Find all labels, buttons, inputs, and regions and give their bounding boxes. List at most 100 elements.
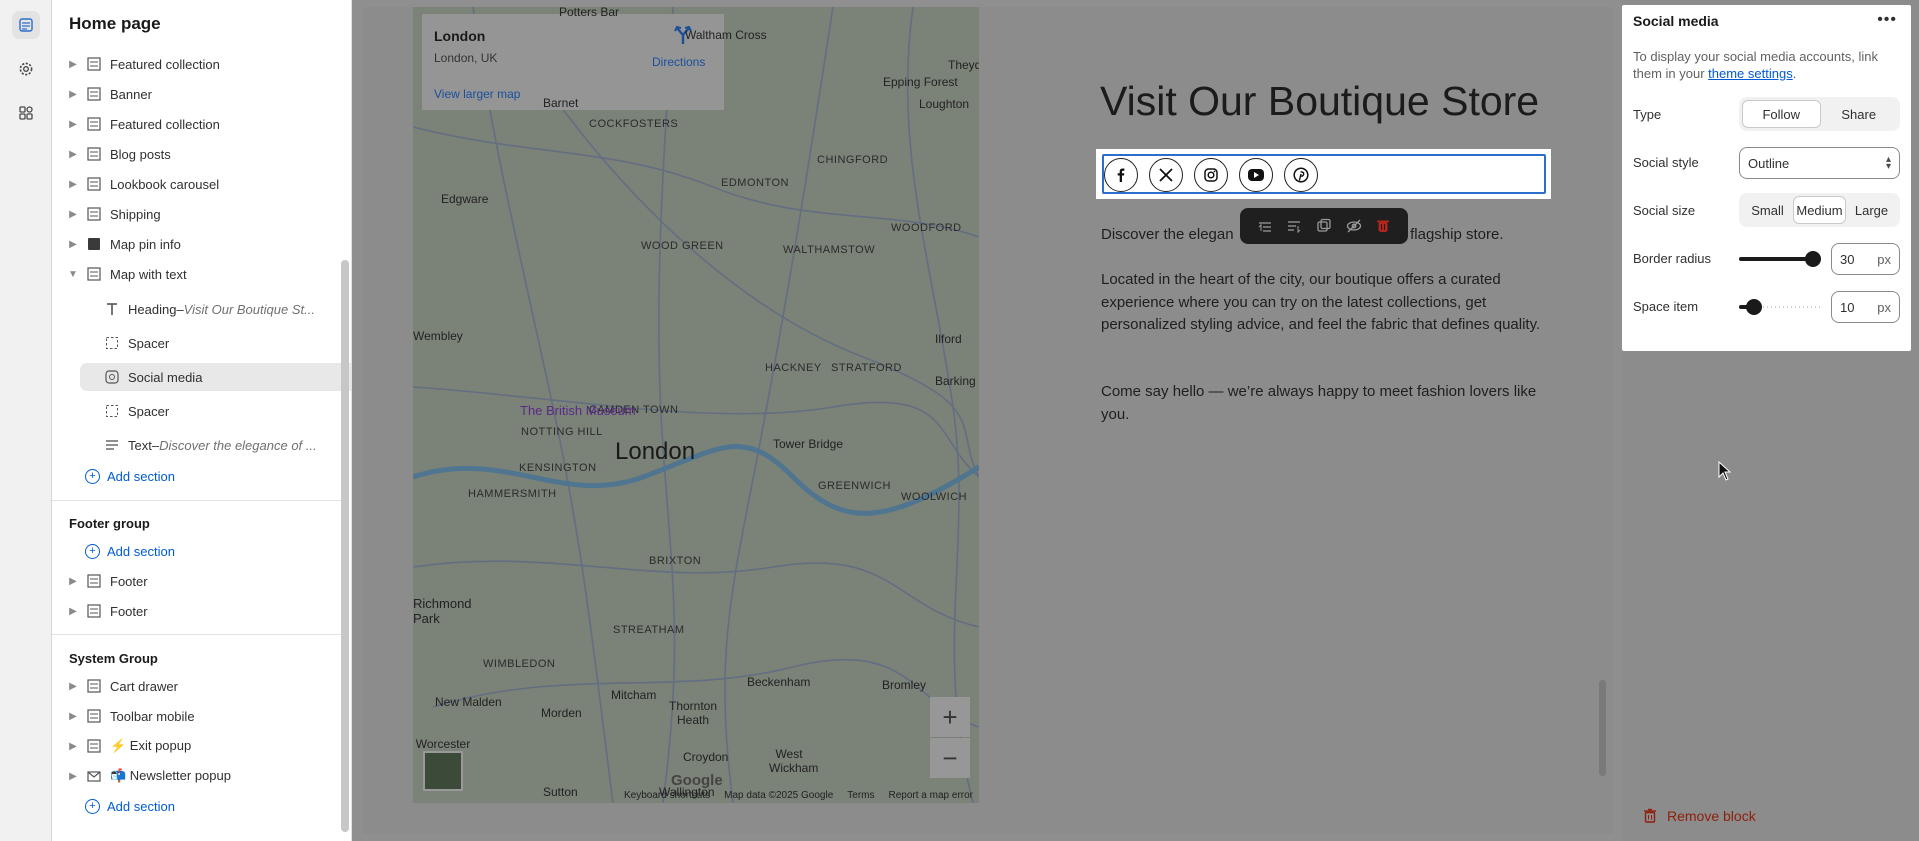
chevron-right-icon[interactable]: ▶: [66, 89, 80, 100]
section-item[interactable]: ▶ Featured collection: [66, 110, 336, 138]
block-item-spacer[interactable]: Spacer: [104, 329, 336, 357]
section-item[interactable]: ▶ Banner: [66, 80, 336, 108]
section-item[interactable]: ▶ 📬 Newsletter popup: [66, 762, 336, 790]
plus-circle-icon: +: [85, 469, 100, 484]
social-style-select[interactable]: Outline ▴ ▾: [1739, 147, 1900, 179]
map-label: EDMONTON: [721, 177, 789, 189]
section-icon: [86, 86, 102, 102]
zoom-in-button[interactable]: +: [930, 697, 970, 737]
add-section-button[interactable]: + Add section: [85, 799, 175, 814]
map-label: Richmond Park: [413, 596, 472, 626]
chevron-right-icon[interactable]: ▶: [66, 741, 80, 752]
pinterest-icon[interactable]: [1284, 158, 1318, 192]
view-larger-map-link[interactable]: View larger map: [434, 87, 520, 101]
social-size-segmented-control: Small Medium Large: [1739, 193, 1900, 227]
sections-icon[interactable]: [12, 11, 40, 39]
section-item[interactable]: ▶ Cart drawer: [66, 672, 336, 700]
chevron-right-icon[interactable]: ▶: [66, 711, 80, 722]
section-item[interactable]: ▶ Toolbar mobile: [66, 702, 336, 730]
directions-link[interactable]: Directions: [652, 55, 705, 69]
slider-knob[interactable]: [1805, 251, 1821, 267]
chevron-right-icon[interactable]: ▶: [66, 59, 80, 70]
report-map-error-link[interactable]: Report a map error: [889, 790, 973, 801]
block-item-spacer[interactable]: Spacer: [104, 397, 336, 425]
more-options-icon[interactable]: •••: [1877, 11, 1897, 29]
section-label: Footer: [110, 603, 148, 619]
section-item[interactable]: ▶ Shipping: [66, 200, 336, 228]
border-radius-slider[interactable]: [1739, 249, 1821, 269]
youtube-icon[interactable]: [1239, 158, 1273, 192]
map-place-address: London, UK: [434, 51, 498, 65]
map-label: Wembley: [413, 329, 463, 343]
zoom-out-button[interactable]: −: [930, 738, 970, 778]
section-item[interactable]: ▶ Featured collection: [66, 50, 336, 78]
section-item[interactable]: ▶ Footer: [66, 567, 336, 595]
section-icon: [86, 176, 102, 192]
size-option-small[interactable]: Small: [1742, 196, 1793, 224]
section-item[interactable]: ▶ ⚡ Exit popup: [66, 732, 336, 760]
text-paragraph-3[interactable]: Come say hello — we’re always happy to m…: [1101, 381, 1551, 426]
type-segmented-control: Follow Share: [1739, 97, 1900, 131]
chevron-right-icon[interactable]: ▶: [66, 606, 80, 617]
chevron-right-icon[interactable]: ▶: [66, 179, 80, 190]
paragraph-start: Discover the elegan: [1101, 226, 1234, 243]
section-item[interactable]: ▶ Footer: [66, 597, 336, 625]
section-item-expanded[interactable]: ▼ Map with text: [66, 260, 336, 288]
size-option-medium[interactable]: Medium: [1793, 196, 1846, 224]
type-option-share[interactable]: Share: [1821, 100, 1898, 128]
section-item[interactable]: ▶ Blog posts: [66, 140, 336, 168]
section-icon: [86, 708, 102, 724]
preview-scrollbar[interactable]: [1599, 680, 1606, 776]
chevron-right-icon[interactable]: ▶: [66, 239, 80, 250]
remove-block-button[interactable]: Remove block: [1642, 808, 1756, 824]
text-paragraph-1[interactable]: Discover the elegan at our flagship store…: [1101, 224, 1551, 247]
map-label: BRIXTON: [649, 555, 702, 567]
type-label: Type: [1633, 107, 1662, 122]
chevron-right-icon[interactable]: ▶: [66, 576, 80, 587]
sidebar-scrollbar[interactable]: [341, 260, 349, 832]
block-item-social-media[interactable]: Social media: [80, 363, 351, 391]
add-section-button[interactable]: + Add section: [85, 469, 175, 484]
slider-knob[interactable]: [1745, 299, 1762, 315]
block-item-text[interactable]: Text – Discover the elegance of ...: [104, 431, 336, 459]
x-icon[interactable]: [1149, 158, 1183, 192]
map-label: STRATFORD: [831, 362, 902, 374]
google-map[interactable]: London London, UK Directions View larger…: [413, 7, 979, 803]
terms-link[interactable]: Terms: [847, 790, 874, 801]
satellite-toggle[interactable]: [423, 751, 463, 791]
instagram-icon[interactable]: [1194, 158, 1228, 192]
space-item-slider[interactable]: [1739, 297, 1821, 317]
type-option-follow[interactable]: Follow: [1742, 100, 1821, 128]
map-label: New Malden: [435, 695, 502, 709]
section-item[interactable]: ▶ Lookbook carousel: [66, 170, 336, 198]
apps-icon[interactable]: [12, 99, 40, 127]
spacer-icon: [104, 335, 120, 351]
section-item[interactable]: ▶ Map pin info: [66, 230, 336, 258]
chevron-down-icon[interactable]: ▼: [66, 269, 80, 280]
add-section-button[interactable]: + Add section: [85, 544, 175, 559]
chevron-right-icon[interactable]: ▶: [66, 681, 80, 692]
block-item-heading[interactable]: Heading – Visit Our Boutique St...: [104, 295, 336, 323]
section-icon: [86, 738, 102, 754]
size-option-large[interactable]: Large: [1846, 196, 1897, 224]
keyboard-shortcuts-link[interactable]: Keyboard shortcuts: [624, 790, 710, 801]
chevron-right-icon[interactable]: ▶: [66, 119, 80, 130]
add-section-label: Add section: [107, 469, 175, 484]
store-heading[interactable]: Visit Our Boutique Store: [1100, 78, 1539, 125]
map-label: Barking: [935, 374, 976, 388]
unit-label: px: [1877, 251, 1891, 267]
chevron-right-icon[interactable]: ▶: [66, 771, 80, 782]
text-paragraph-2[interactable]: Located in the heart of the city, our bo…: [1101, 269, 1551, 337]
chevron-right-icon[interactable]: ▶: [66, 209, 80, 220]
border-radius-input[interactable]: 30 px: [1831, 243, 1900, 275]
space-item-value: 10: [1840, 299, 1855, 315]
panel-title: Social media: [1633, 13, 1719, 29]
remove-block-label: Remove block: [1667, 808, 1756, 824]
settings-gear-icon[interactable]: [12, 55, 40, 83]
chevron-right-icon[interactable]: ▶: [66, 149, 80, 160]
facebook-icon[interactable]: [1104, 158, 1138, 192]
space-item-input[interactable]: 10 px: [1831, 291, 1900, 323]
map-label: WOOLWICH: [901, 491, 968, 503]
theme-settings-link[interactable]: theme settings: [1708, 66, 1793, 81]
map-label: NOTTING HILL: [521, 426, 603, 438]
